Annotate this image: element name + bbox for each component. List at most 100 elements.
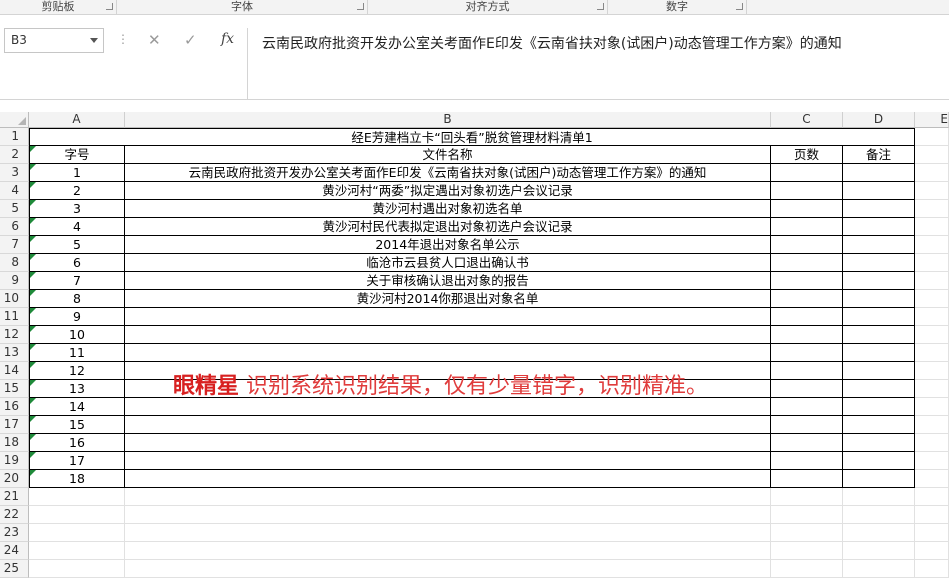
cell[interactable] [915, 128, 949, 146]
file-name-cell[interactable]: 临沧市云县贫人口退出确认书 [125, 254, 771, 272]
cell[interactable] [771, 452, 843, 470]
cell[interactable] [843, 272, 915, 290]
cell[interactable] [915, 560, 949, 578]
cell[interactable] [771, 434, 843, 452]
serial-number-cell[interactable]: 5 [29, 236, 125, 254]
dialog-launcher-icon[interactable] [597, 3, 604, 10]
file-name-cell[interactable] [125, 344, 771, 362]
cell[interactable] [915, 416, 949, 434]
serial-number-cell[interactable]: 9 [29, 308, 125, 326]
row-header[interactable]: 24 [0, 542, 29, 560]
cell[interactable] [843, 488, 915, 506]
row-header[interactable]: 8 [0, 254, 29, 272]
cell[interactable] [771, 182, 843, 200]
cell[interactable] [771, 380, 843, 398]
file-name-cell[interactable]: 黄沙河村遇出对象初选名单 [125, 200, 771, 218]
cell[interactable] [843, 362, 915, 380]
cell[interactable] [771, 254, 843, 272]
file-name-cell[interactable]: 黄沙河村2014你那退出对象名单 [125, 290, 771, 308]
cell[interactable] [915, 344, 949, 362]
file-name-cell[interactable]: 黄沙河村民代表拟定退出对象初选户会议记录 [125, 218, 771, 236]
row-header[interactable]: 19 [0, 452, 29, 470]
cell[interactable] [125, 542, 771, 560]
cell[interactable] [915, 308, 949, 326]
cell[interactable] [771, 308, 843, 326]
row-header[interactable]: 20 [0, 470, 29, 488]
cancel-icon[interactable]: ✕ [148, 31, 161, 49]
serial-number-cell[interactable]: 4 [29, 218, 125, 236]
cell[interactable] [915, 452, 949, 470]
file-name-cell[interactable] [125, 308, 771, 326]
serial-number-cell[interactable]: 6 [29, 254, 125, 272]
serial-number-cell[interactable]: 16 [29, 434, 125, 452]
row-header[interactable]: 1 [0, 128, 29, 146]
cell[interactable] [915, 506, 949, 524]
header-cell[interactable]: 备注 [843, 146, 915, 164]
cell[interactable] [771, 470, 843, 488]
cell[interactable] [915, 542, 949, 560]
cell[interactable] [771, 236, 843, 254]
cell[interactable] [125, 488, 771, 506]
file-name-cell[interactable]: 2014年退出对象名单公示 [125, 236, 771, 254]
row-header[interactable]: 22 [0, 506, 29, 524]
row-header[interactable]: 14 [0, 362, 29, 380]
cell[interactable] [915, 326, 949, 344]
cell[interactable] [771, 416, 843, 434]
cell[interactable] [843, 182, 915, 200]
dialog-launcher-icon[interactable] [736, 3, 743, 10]
cell[interactable] [915, 236, 949, 254]
cell[interactable] [843, 380, 915, 398]
cell[interactable] [843, 416, 915, 434]
column-header-c[interactable]: C [771, 112, 843, 128]
cell[interactable] [771, 506, 843, 524]
column-header-a[interactable]: A [29, 112, 125, 128]
cell[interactable] [771, 398, 843, 416]
serial-number-cell[interactable]: 12 [29, 362, 125, 380]
cell[interactable] [843, 470, 915, 488]
serial-number-cell[interactable]: 3 [29, 200, 125, 218]
file-name-cell[interactable] [125, 434, 771, 452]
cell[interactable] [843, 326, 915, 344]
cell[interactable] [771, 560, 843, 578]
row-header[interactable]: 21 [0, 488, 29, 506]
serial-number-cell[interactable]: 7 [29, 272, 125, 290]
row-header[interactable]: 25 [0, 560, 29, 578]
cell[interactable] [843, 308, 915, 326]
cell[interactable] [771, 218, 843, 236]
serial-number-cell[interactable]: 10 [29, 326, 125, 344]
serial-number-cell[interactable]: 18 [29, 470, 125, 488]
cell[interactable] [915, 362, 949, 380]
file-name-cell[interactable]: 黄沙河村“两委”拟定遇出对象初选户会议记录 [125, 182, 771, 200]
cell[interactable] [915, 470, 949, 488]
cell[interactable] [843, 560, 915, 578]
cell[interactable] [771, 524, 843, 542]
row-header[interactable]: 5 [0, 200, 29, 218]
cell[interactable] [915, 524, 949, 542]
cell[interactable] [915, 218, 949, 236]
row-header[interactable]: 16 [0, 398, 29, 416]
cell[interactable] [29, 542, 125, 560]
cell[interactable] [915, 290, 949, 308]
cell[interactable] [915, 488, 949, 506]
cell[interactable] [125, 524, 771, 542]
cell[interactable] [843, 542, 915, 560]
header-cell[interactable]: 文件名称 [125, 146, 771, 164]
cell[interactable] [915, 200, 949, 218]
insert-function-icon[interactable]: fx [221, 31, 234, 47]
cell[interactable] [915, 272, 949, 290]
select-all-button[interactable] [0, 112, 29, 128]
row-header[interactable]: 23 [0, 524, 29, 542]
row-header[interactable]: 6 [0, 218, 29, 236]
row-header[interactable]: 2 [0, 146, 29, 164]
cell[interactable] [843, 506, 915, 524]
file-name-cell[interactable]: 关于审核确认退出对象的报告 [125, 272, 771, 290]
column-header-d[interactable]: D [843, 112, 915, 128]
cell[interactable] [771, 200, 843, 218]
cell[interactable] [843, 398, 915, 416]
row-header[interactable]: 12 [0, 326, 29, 344]
cell[interactable] [915, 380, 949, 398]
cell[interactable] [771, 326, 843, 344]
file-name-cell[interactable] [125, 416, 771, 434]
cell[interactable] [29, 488, 125, 506]
cell[interactable] [29, 506, 125, 524]
